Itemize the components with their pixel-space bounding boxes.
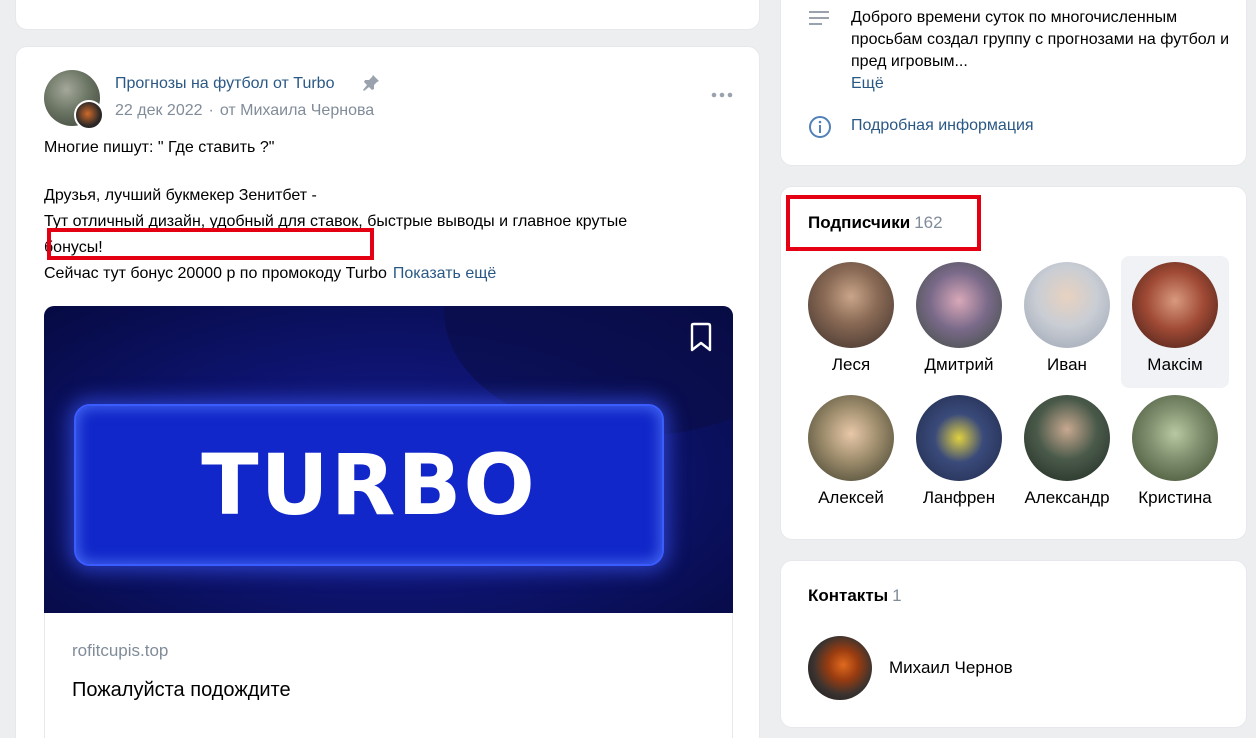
contact-name[interactable]: Михаил Чернов bbox=[889, 658, 1013, 678]
post-image[interactable]: TURBO bbox=[44, 306, 733, 613]
subscriber-avatar bbox=[1024, 262, 1110, 348]
bookmark-icon[interactable] bbox=[687, 322, 715, 352]
contacts-title: Контакты bbox=[808, 586, 889, 605]
subscriber-name: Иван bbox=[1047, 355, 1087, 374]
post-card: Прогнозы на футбол от Turbo 22 дек 2022 ·… bbox=[15, 46, 760, 738]
subscriber-item[interactable]: Дмитрий bbox=[905, 256, 1013, 388]
subscriber-avatar bbox=[808, 262, 894, 348]
subscriber-avatar bbox=[916, 395, 1002, 481]
description-icon bbox=[809, 11, 829, 25]
show-more-link[interactable]: Показать ещё bbox=[393, 265, 496, 282]
subscriber-avatar bbox=[1132, 395, 1218, 481]
group-info-card: Доброго времени суток по многочисленным … bbox=[780, 0, 1247, 166]
subscriber-name: Алексей bbox=[818, 488, 884, 507]
subscriber-avatar bbox=[808, 395, 894, 481]
post-text: Многие пишут: " Где ставить ?" Друзья, л… bbox=[44, 135, 734, 287]
contacts-count: 1 bbox=[892, 586, 902, 605]
pin-icon bbox=[363, 75, 379, 91]
meta-separator: · bbox=[208, 102, 214, 119]
subscriber-item[interactable]: Иван bbox=[1013, 256, 1121, 388]
contacts-header[interactable]: Контакты 1 bbox=[808, 586, 902, 606]
subscriber-name: Кристина bbox=[1138, 488, 1212, 507]
more-options-icon[interactable] bbox=[710, 90, 734, 100]
subscriber-name: Александр bbox=[1024, 488, 1110, 507]
post-date[interactable]: 22 дек 2022 bbox=[115, 102, 203, 119]
subscriber-avatar bbox=[1132, 262, 1218, 348]
author-avatar-badge[interactable] bbox=[74, 100, 104, 130]
turbo-banner: TURBO bbox=[74, 404, 664, 566]
subscriber-name: Максім bbox=[1147, 355, 1203, 374]
subscriber-item[interactable]: Максім bbox=[1121, 256, 1229, 388]
subscribers-card: Подписчики 162 Леся Дмитрий Иван Максім А… bbox=[780, 186, 1247, 540]
info-icon bbox=[809, 116, 831, 138]
subscriber-avatar bbox=[1024, 395, 1110, 481]
subscriber-name: Дмитрий bbox=[924, 355, 994, 374]
subscriber-item[interactable]: Кристина bbox=[1121, 389, 1229, 521]
post-header: Прогнозы на футбол от Turbo 22 дек 2022 ·… bbox=[44, 70, 734, 130]
link-title[interactable]: Пожалуйста подождите bbox=[72, 679, 291, 702]
highlight-annotation bbox=[47, 228, 374, 260]
previous-post-card bbox=[15, 0, 760, 30]
description-text: Доброго времени суток по многочисленным … bbox=[851, 9, 1229, 70]
subscriber-avatar bbox=[916, 262, 1002, 348]
post-from[interactable]: от Михаила Чернова bbox=[220, 102, 374, 119]
contact-avatar[interactable] bbox=[808, 636, 872, 700]
contacts-card: Контакты 1 Михаил Чернов bbox=[780, 560, 1247, 728]
subscriber-name: Ланфрен bbox=[922, 488, 996, 507]
post-line-last: Сейчас тут бонус 20000 р по промокоду Tu… bbox=[44, 261, 734, 287]
description-more-link[interactable]: Ещё bbox=[851, 73, 1231, 95]
subscriber-name: Леся bbox=[831, 355, 871, 374]
subscriber-item[interactable]: Леся bbox=[797, 256, 905, 388]
subscriber-item[interactable]: Александр bbox=[1013, 389, 1121, 521]
group-description: Доброго времени суток по многочисленным … bbox=[851, 7, 1231, 95]
details-link[interactable]: Подробная информация bbox=[851, 117, 1034, 135]
highlight-annotation bbox=[786, 195, 981, 251]
subscriber-item[interactable]: Ланфрен bbox=[905, 389, 1013, 521]
post-line: Сейчас тут бонус 20000 р по промокоду Tu… bbox=[44, 265, 387, 282]
post-author-link[interactable]: Прогнозы на футбол от Turbo bbox=[115, 75, 334, 93]
subscriber-item[interactable]: Алексей bbox=[797, 389, 905, 521]
post-line: Друзья, лучший букмекер Зенитбет - bbox=[44, 187, 317, 204]
post-meta: 22 дек 2022 · от Михаила Чернова bbox=[115, 102, 374, 120]
post-line: Многие пишут: " Где ставить ?" bbox=[44, 139, 275, 156]
link-snippet[interactable]: rofitcupis.top Пожалуйста подождите bbox=[44, 613, 733, 738]
link-domain: rofitcupis.top bbox=[72, 641, 169, 660]
turbo-logo-text: TURBO bbox=[201, 436, 537, 534]
